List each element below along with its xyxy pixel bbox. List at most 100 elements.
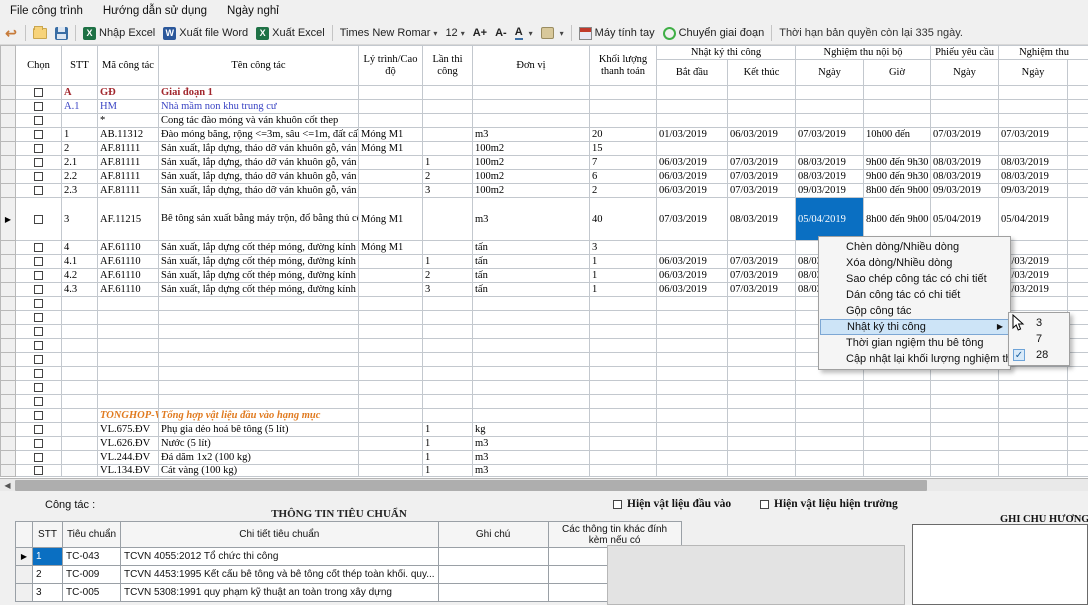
cell-ket-thuc[interactable]: [728, 241, 796, 255]
cell-don-vi[interactable]: m3: [473, 465, 590, 477]
cell-ngay-nghiem-thu[interactable]: [999, 142, 1068, 156]
cell-chon[interactable]: [16, 241, 62, 255]
cell-ngay-nghiem-thu[interactable]: 09/03/2019: [999, 184, 1068, 198]
cell-chon[interactable]: [16, 423, 62, 437]
cell-ngay-noi-bo[interactable]: [796, 465, 864, 477]
context-menu-item[interactable]: Nhật ký thi công▶: [820, 319, 1009, 335]
cell-don-vi[interactable]: [473, 297, 590, 311]
menu-file-cong-trinh[interactable]: File công trình: [0, 2, 93, 20]
cell-ma-cong-tac[interactable]: AF.61110: [98, 241, 159, 255]
cell-ngay-nghiem-thu[interactable]: [999, 465, 1068, 477]
cell-khoi-luong[interactable]: [590, 339, 657, 353]
cell-khoi-luong[interactable]: [590, 100, 657, 114]
cell-gio-noi-bo[interactable]: [864, 114, 931, 128]
cell-lan-thi-cong[interactable]: [423, 241, 473, 255]
row-checkbox[interactable]: [34, 453, 43, 462]
cell-ma-cong-tac[interactable]: TONGHOP-VLĐV: [98, 409, 159, 423]
cell-ket-thuc[interactable]: 07/03/2019: [728, 184, 796, 198]
context-menu-item[interactable]: Thời gian ngiệm thu bê tông: [820, 335, 1009, 351]
cell-ten-cong-tac[interactable]: Tổng hợp vật liệu đầu vào hạng mục: [159, 409, 359, 423]
cell-ma-cong-tac[interactable]: HM: [98, 100, 159, 114]
cell-ly-trinh[interactable]: [359, 255, 423, 269]
cell-don-vi[interactable]: [473, 86, 590, 100]
cell-ngay-phieu[interactable]: [931, 114, 999, 128]
cell-don-vi[interactable]: m3: [473, 451, 590, 465]
font-size-select[interactable]: 12 ▾: [441, 24, 468, 43]
cell-stt[interactable]: [62, 423, 98, 437]
cell-lan-thi-cong[interactable]: [423, 367, 473, 381]
cell-lan-thi-cong[interactable]: [423, 381, 473, 395]
cell-lan-thi-cong[interactable]: [423, 297, 473, 311]
row-checkbox[interactable]: [34, 116, 43, 125]
bcol-tieu-chuan[interactable]: Tiêu chuẩn: [63, 522, 121, 548]
cell-lan-thi-cong[interactable]: [423, 409, 473, 423]
cell-ngay-noi-bo[interactable]: [796, 100, 864, 114]
cell-ngay-noi-bo[interactable]: [796, 409, 864, 423]
cell-lan-thi-cong[interactable]: 1: [423, 465, 473, 477]
cell-ngay-nghiem-thu[interactable]: [999, 86, 1068, 100]
cell-don-vi[interactable]: tấn: [473, 283, 590, 297]
cell-don-vi[interactable]: tấn: [473, 269, 590, 283]
cell-ngay-phieu[interactable]: [931, 142, 999, 156]
cell-ket-thuc[interactable]: [728, 381, 796, 395]
cell-gio-noi-bo[interactable]: [864, 423, 931, 437]
cell-bat-dau[interactable]: 06/03/2019: [657, 255, 728, 269]
cell-ket-thuc[interactable]: [728, 297, 796, 311]
undo-button[interactable]: ↩: [0, 23, 22, 43]
cell-ly-trinh[interactable]: Móng M1: [359, 241, 423, 255]
cell-ma-cong-tac[interactable]: AF.81111: [98, 184, 159, 198]
col-header-ngay-phieu[interactable]: Ngày: [931, 60, 999, 86]
cell-ngay-phieu[interactable]: [931, 423, 999, 437]
cell-bat-dau[interactable]: [657, 395, 728, 409]
open-button[interactable]: [29, 23, 51, 43]
cell-ten-cong-tac[interactable]: [159, 367, 359, 381]
cell-gio-noi-bo[interactable]: 10h00 đến: [864, 128, 931, 142]
cell-bat-dau[interactable]: [657, 367, 728, 381]
row-checkbox[interactable]: [34, 243, 43, 252]
cell-ma-cong-tac[interactable]: AF.61110: [98, 255, 159, 269]
cell-bat-dau[interactable]: [657, 451, 728, 465]
cell-stt[interactable]: [62, 353, 98, 367]
cell-ket-thuc[interactable]: 06/03/2019: [728, 128, 796, 142]
menu-ngay-nghi[interactable]: Ngày nghỉ: [217, 2, 289, 20]
cell-don-vi[interactable]: [473, 311, 590, 325]
cell-chon[interactable]: [16, 353, 62, 367]
cell-chon[interactable]: [16, 114, 62, 128]
cell-ly-trinh[interactable]: [359, 325, 423, 339]
cell-bat-dau[interactable]: [657, 114, 728, 128]
cell-gio-noi-bo[interactable]: [864, 451, 931, 465]
cell-gio-noi-bo[interactable]: [864, 381, 931, 395]
cell-ten-cong-tac[interactable]: [159, 353, 359, 367]
cell-ten-cong-tac[interactable]: Cong tác đào móng và ván khuôn cốt thep: [159, 114, 359, 128]
cell-ten-cong-tac[interactable]: Sản xuất, lắp dựng cốt thép móng, đường …: [159, 241, 359, 255]
cell-bat-dau[interactable]: 06/03/2019: [657, 170, 728, 184]
cell-lan-thi-cong[interactable]: [423, 325, 473, 339]
cell-ten-cong-tac[interactable]: Sản xuất, lắp dựng cốt thép móng, đường …: [159, 255, 359, 269]
cell-ten-cong-tac[interactable]: Sản xuất, lắp dựng, tháo dỡ ván khuôn gỗ…: [159, 156, 359, 170]
cell-khoi-luong[interactable]: [590, 353, 657, 367]
cell-gio-noi-bo[interactable]: [864, 86, 931, 100]
cell-khoi-luong[interactable]: [590, 409, 657, 423]
cell-ngay-nghiem-thu[interactable]: 08/03/2019: [999, 156, 1068, 170]
cell-ngay-noi-bo[interactable]: [796, 451, 864, 465]
bcol-chi-tiet[interactable]: Chi tiết tiêu chuẩn: [121, 522, 439, 548]
cell-ngay-noi-bo[interactable]: [796, 437, 864, 451]
bcell-chi-tiet[interactable]: TCVN 4055:2012 Tổ chức thi công: [121, 548, 439, 566]
cell-ma-cong-tac[interactable]: [98, 325, 159, 339]
cell-lan-thi-cong[interactable]: 3: [423, 283, 473, 297]
cell-bat-dau[interactable]: [657, 353, 728, 367]
cell-ten-cong-tac[interactable]: [159, 339, 359, 353]
cell-ket-thuc[interactable]: [728, 395, 796, 409]
cell-khoi-luong[interactable]: [590, 311, 657, 325]
cell-ngay-noi-bo[interactable]: [796, 114, 864, 128]
row-checkbox[interactable]: [34, 383, 43, 392]
col-header-khoi-luong[interactable]: Khối lượng thanh toán: [590, 46, 657, 86]
cell-ket-thuc[interactable]: [728, 367, 796, 381]
row-checkbox[interactable]: [34, 299, 43, 308]
cell-chon[interactable]: [16, 142, 62, 156]
cell-gio-noi-bo[interactable]: [864, 437, 931, 451]
may-tinh-tay-button[interactable]: Máy tính tay: [575, 23, 659, 43]
cell-ly-trinh[interactable]: [359, 465, 423, 477]
cell-khoi-luong[interactable]: 7: [590, 156, 657, 170]
cell-stt[interactable]: [62, 409, 98, 423]
